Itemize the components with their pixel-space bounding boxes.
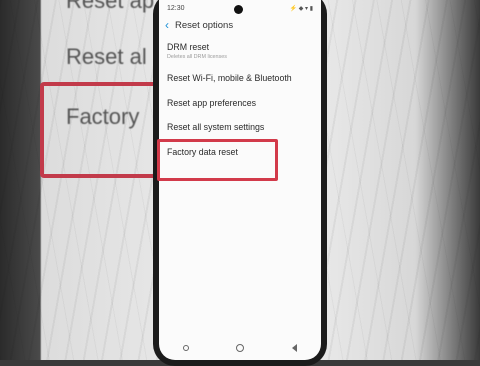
background-text: Reset al [66,44,147,69]
back-icon[interactable] [292,344,298,352]
settings-item-reset-system[interactable]: Reset all system settings [167,122,264,132]
navigation-bar [159,342,321,354]
back-arrow-icon[interactable]: ‹ [165,19,169,31]
page-title: Reset options [175,19,234,31]
title-bar: ‹ Reset options [159,16,321,34]
camera-icon [234,5,243,14]
factory-reset-highlight-box [157,139,278,181]
settings-item-drm-reset[interactable]: DRM reset [167,42,209,52]
background-zoom-right [318,0,480,360]
settings-item-reset-app-prefs[interactable]: Reset app preferences [167,98,256,108]
settings-item-reset-network[interactable]: Reset Wi-Fi, mobile & Bluetooth [167,73,292,83]
home-icon[interactable] [236,344,245,352]
background-zoom-left: Reset ap Reset al Factory [0,0,160,360]
background-text: Factory [66,104,140,129]
background-highlight-box [40,82,160,178]
settings-item-drm-subtitle: Deletes all DRM licenses [167,54,227,60]
recent-apps-icon[interactable] [182,345,189,351]
background-text: Reset ap [66,0,155,13]
status-icons: ⚡ ◆ ▾ ▮ [289,5,313,12]
status-time: 12:30 [167,4,185,12]
status-bar: 12:30 ⚡ ◆ ▾ ▮ [159,0,321,16]
